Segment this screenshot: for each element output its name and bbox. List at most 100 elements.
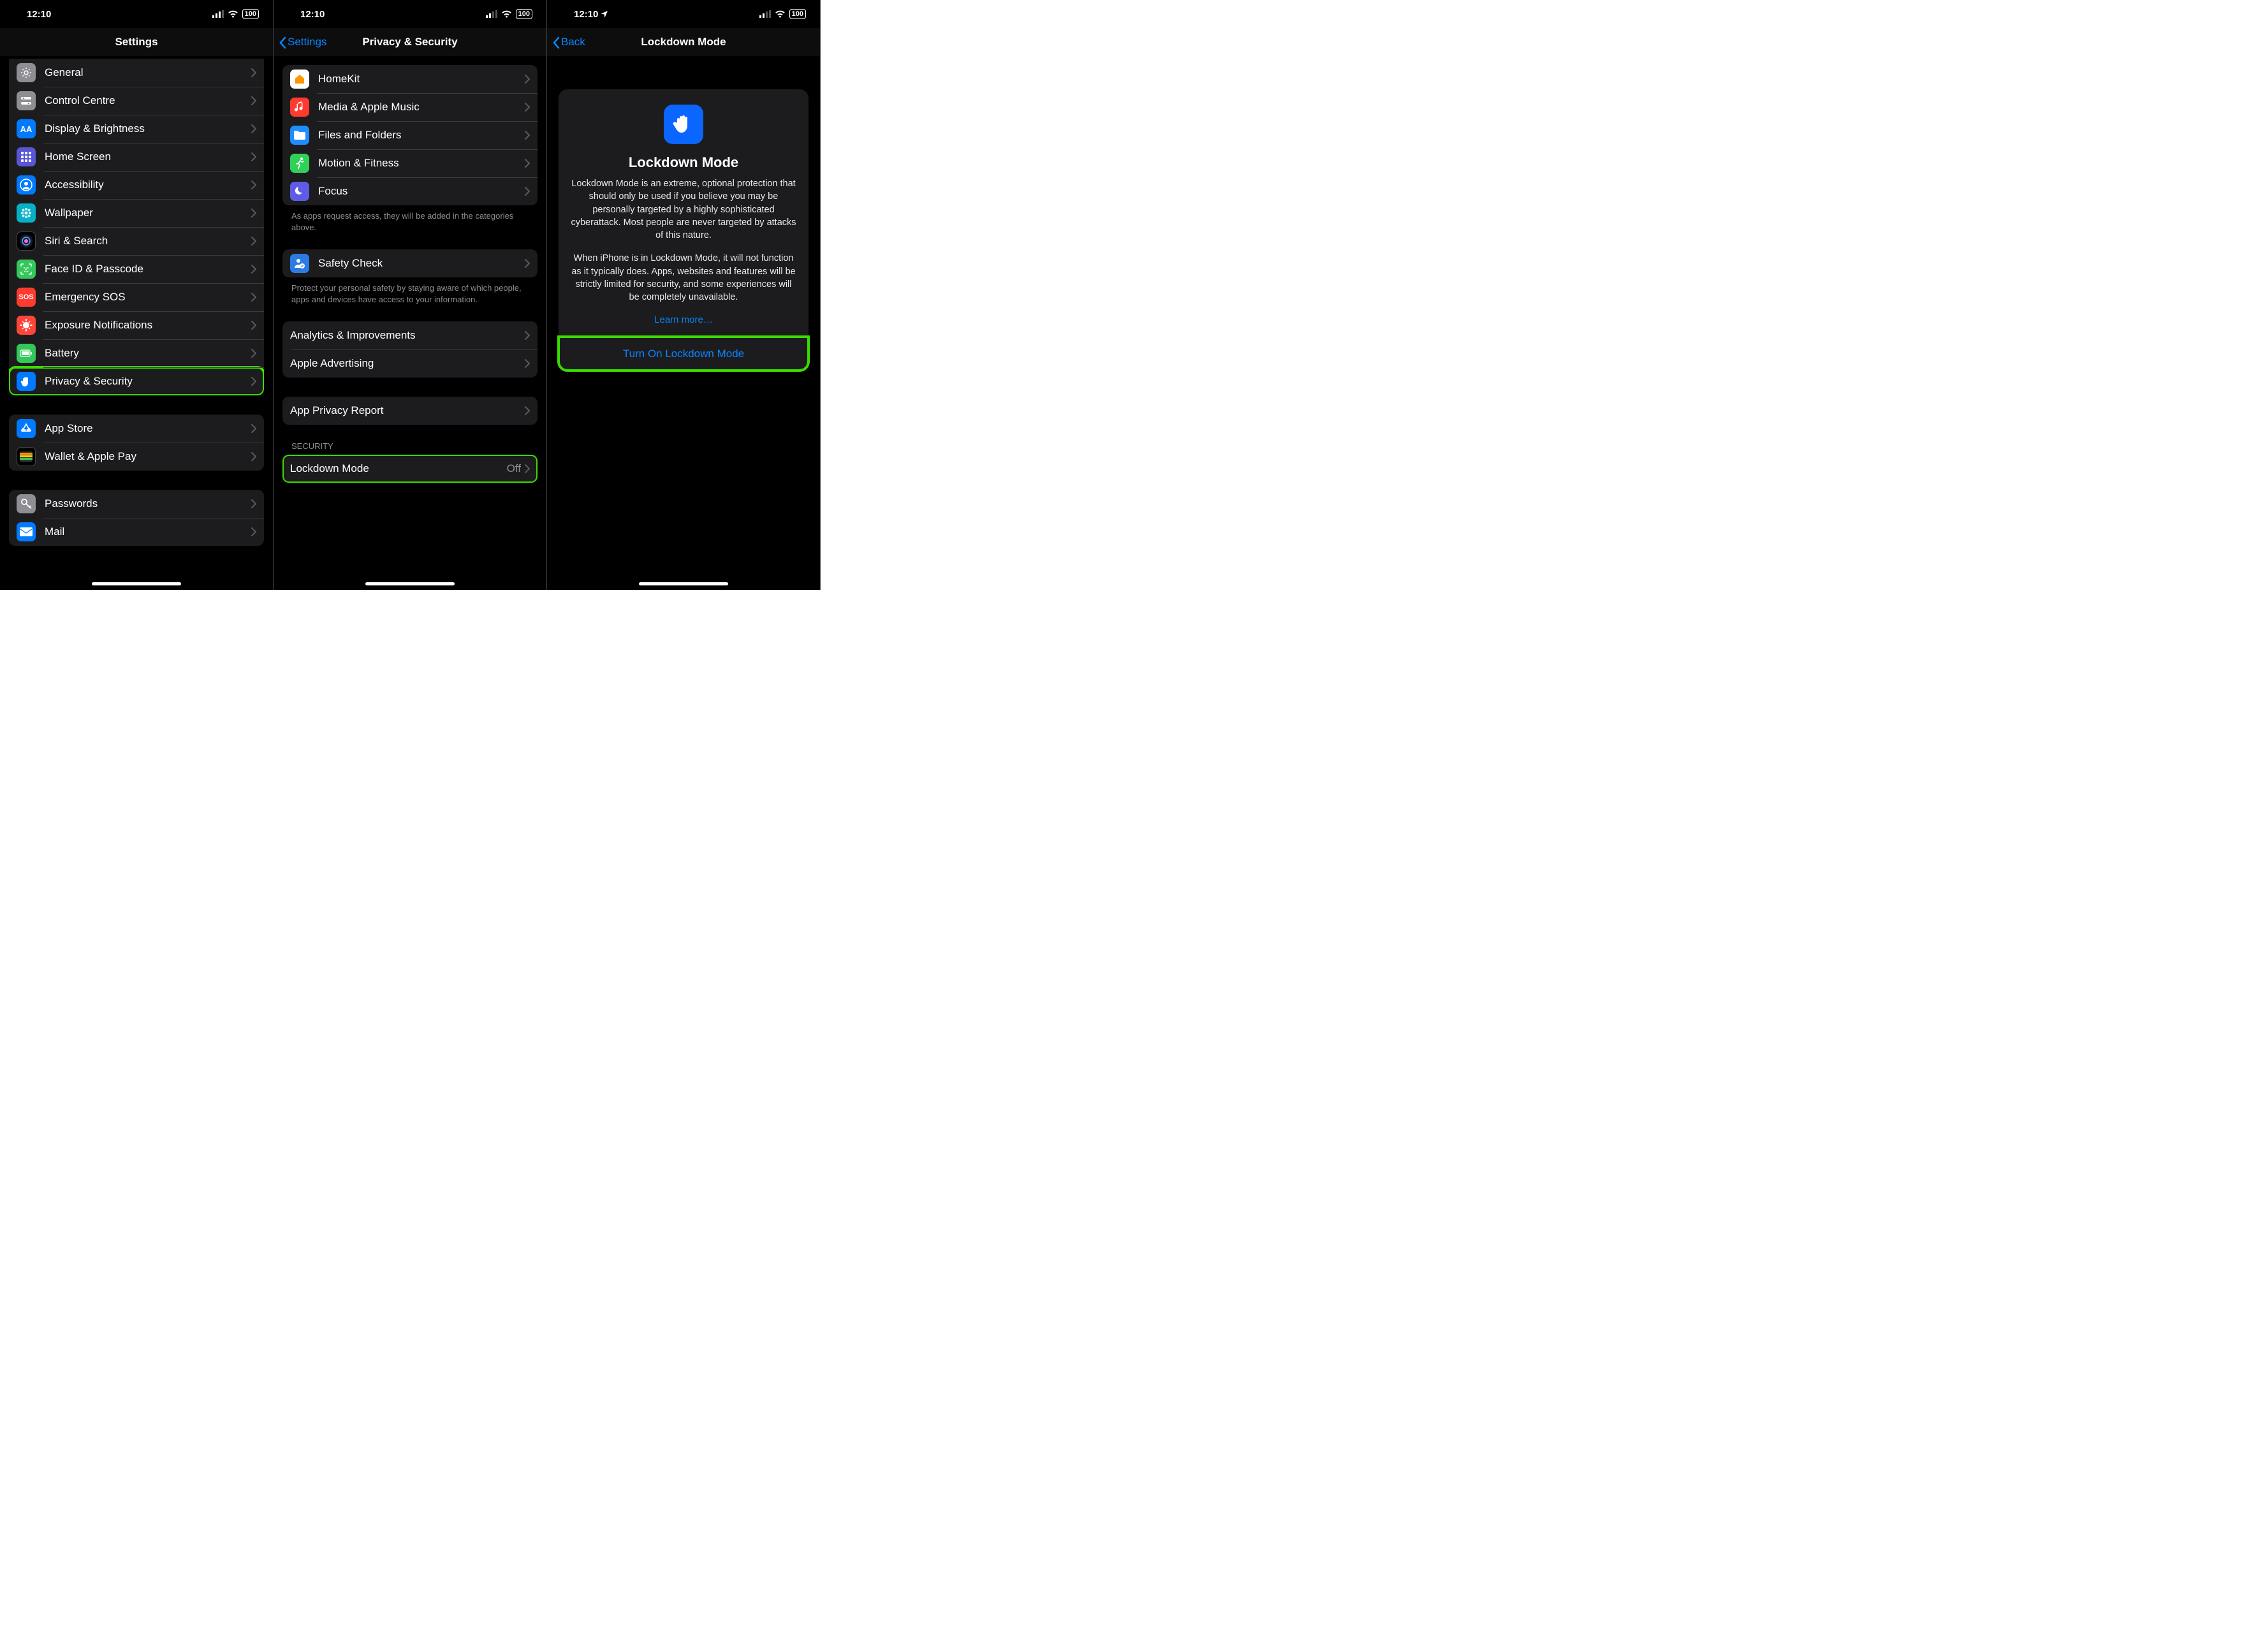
row-label: App Privacy Report <box>290 404 525 417</box>
wifi-icon <box>228 10 238 18</box>
home-indicator[interactable] <box>365 582 455 585</box>
footer-safety: Protect your personal safety by staying … <box>274 283 546 305</box>
row-label: Passwords <box>45 497 251 510</box>
row-privacy-security[interactable]: Privacy & Security <box>9 367 264 395</box>
row-focus[interactable]: Focus <box>282 177 538 205</box>
status-bar: 12:10 100 <box>0 0 273 28</box>
row-wallpaper[interactable]: Wallpaper <box>9 199 264 227</box>
chevron-right-icon <box>251 68 256 77</box>
row-files-and-folders[interactable]: Files and Folders <box>282 121 538 149</box>
row-motion-fitness[interactable]: Motion & Fitness <box>282 149 538 177</box>
wallet-icon <box>17 447 36 466</box>
chevron-right-icon <box>251 452 256 461</box>
chevron-right-icon <box>525 187 530 196</box>
row-label: Safety Check <box>318 257 525 270</box>
turn-on-lockdown-button[interactable]: Turn On Lockdown Mode <box>559 337 808 371</box>
row-label: Wallpaper <box>45 207 251 219</box>
row-analytics-improvements[interactable]: Analytics & Improvements <box>282 321 538 349</box>
chevron-right-icon <box>251 152 256 161</box>
chevron-right-icon <box>251 321 256 330</box>
chevron-left-icon <box>279 36 286 49</box>
footer-apps-access: As apps request access, they will be add… <box>274 210 546 233</box>
chevron-right-icon <box>525 406 530 415</box>
row-app-privacy-report[interactable]: App Privacy Report <box>282 397 538 425</box>
row-passwords[interactable]: Passwords <box>9 490 264 518</box>
appstore-icon <box>17 419 36 438</box>
row-exposure-notifications[interactable]: Exposure Notifications <box>9 311 264 339</box>
lockdown-content[interactable]: Lockdown Mode Lockdown Mode is an extrem… <box>547 56 820 590</box>
page-title: Lockdown Mode <box>547 36 820 48</box>
row-label: Home Screen <box>45 151 251 163</box>
person-check-icon <box>290 254 309 273</box>
row-label: General <box>45 66 251 79</box>
chevron-right-icon <box>251 527 256 536</box>
home-indicator[interactable] <box>92 582 181 585</box>
virus-icon <box>17 316 36 335</box>
row-label: Media & Apple Music <box>318 101 525 114</box>
person-circle-icon <box>17 175 36 195</box>
mail-icon <box>17 522 36 541</box>
faceid-icon <box>17 260 36 279</box>
lockdown-hand-icon <box>664 105 703 144</box>
row-label: Control Centre <box>45 94 251 107</box>
row-homekit[interactable]: HomeKit <box>282 65 538 93</box>
card-para-2: When iPhone is in Lockdown Mode, it will… <box>570 252 797 304</box>
row-lockdown-mode[interactable]: Lockdown ModeOff <box>282 455 538 483</box>
row-label: Privacy & Security <box>45 375 251 388</box>
card-title: Lockdown Mode <box>570 154 797 171</box>
privacy-content[interactable]: HomeKit Media & Apple Music Files and Fold… <box>274 56 546 590</box>
hand-icon <box>17 372 36 391</box>
row-accessibility[interactable]: Accessibility <box>9 171 264 199</box>
row-label: Emergency SOS <box>45 291 251 304</box>
row-wallet-apple-pay[interactable]: Wallet & Apple Pay <box>9 443 264 471</box>
runner-icon <box>290 154 309 173</box>
chevron-right-icon <box>251 293 256 302</box>
row-label: App Store <box>45 422 251 435</box>
location-icon <box>601 10 608 18</box>
siri-icon <box>17 231 36 251</box>
settings-content[interactable]: General Control Centre AADisplay & Brightn… <box>0 56 273 590</box>
back-button[interactable]: Settings <box>274 36 326 49</box>
row-label: Exposure Notifications <box>45 319 251 332</box>
row-general[interactable]: General <box>9 59 264 87</box>
card-body: Lockdown Mode is an extreme, optional pr… <box>570 177 797 304</box>
row-label: Mail <box>45 525 251 538</box>
chevron-right-icon <box>251 237 256 246</box>
grid-icon <box>17 147 36 166</box>
chevron-right-icon <box>251 209 256 217</box>
row-label: Accessibility <box>45 179 251 191</box>
row-emergency-sos[interactable]: SOS Emergency SOS <box>9 283 264 311</box>
status-time: 12:10 <box>574 9 598 20</box>
back-label: Settings <box>288 36 326 48</box>
row-app-store[interactable]: App Store <box>9 415 264 443</box>
screen-settings: 12:10 100 Settings General Control Centre… <box>0 0 274 590</box>
row-control-centre[interactable]: Control Centre <box>9 87 264 115</box>
row-mail[interactable]: Mail <box>9 518 264 546</box>
row-safety-check[interactable]: Safety Check <box>282 249 538 277</box>
chevron-right-icon <box>251 124 256 133</box>
row-label: Analytics & Improvements <box>290 329 525 342</box>
row-apple-advertising[interactable]: Apple Advertising <box>282 349 538 378</box>
row-media-apple-music[interactable]: Media & Apple Music <box>282 93 538 121</box>
row-home-screen[interactable]: Home Screen <box>9 143 264 171</box>
row-battery[interactable]: Battery <box>9 339 264 367</box>
back-label: Back <box>561 36 585 48</box>
battery-icon <box>17 344 36 363</box>
row-label: Lockdown Mode <box>290 462 507 475</box>
status-indicators: 100 <box>486 9 532 19</box>
back-button[interactable]: Back <box>547 36 585 49</box>
row-display-brightness[interactable]: AADisplay & Brightness <box>9 115 264 143</box>
row-siri-search[interactable]: Siri & Search <box>9 227 264 255</box>
page-title: Settings <box>0 36 273 48</box>
chevron-right-icon <box>251 499 256 508</box>
SOS-icon: SOS <box>17 288 36 307</box>
wifi-icon <box>775 10 786 18</box>
status-indicators: 100 <box>759 9 806 19</box>
nav-header: Settings <box>0 28 273 56</box>
home-indicator[interactable] <box>639 582 728 585</box>
learn-more-link[interactable]: Learn more… <box>654 314 713 325</box>
folder-icon <box>290 126 309 145</box>
chevron-right-icon <box>251 377 256 386</box>
row-face-id-passcode[interactable]: Face ID & Passcode <box>9 255 264 283</box>
status-time: 12:10 <box>27 9 51 20</box>
